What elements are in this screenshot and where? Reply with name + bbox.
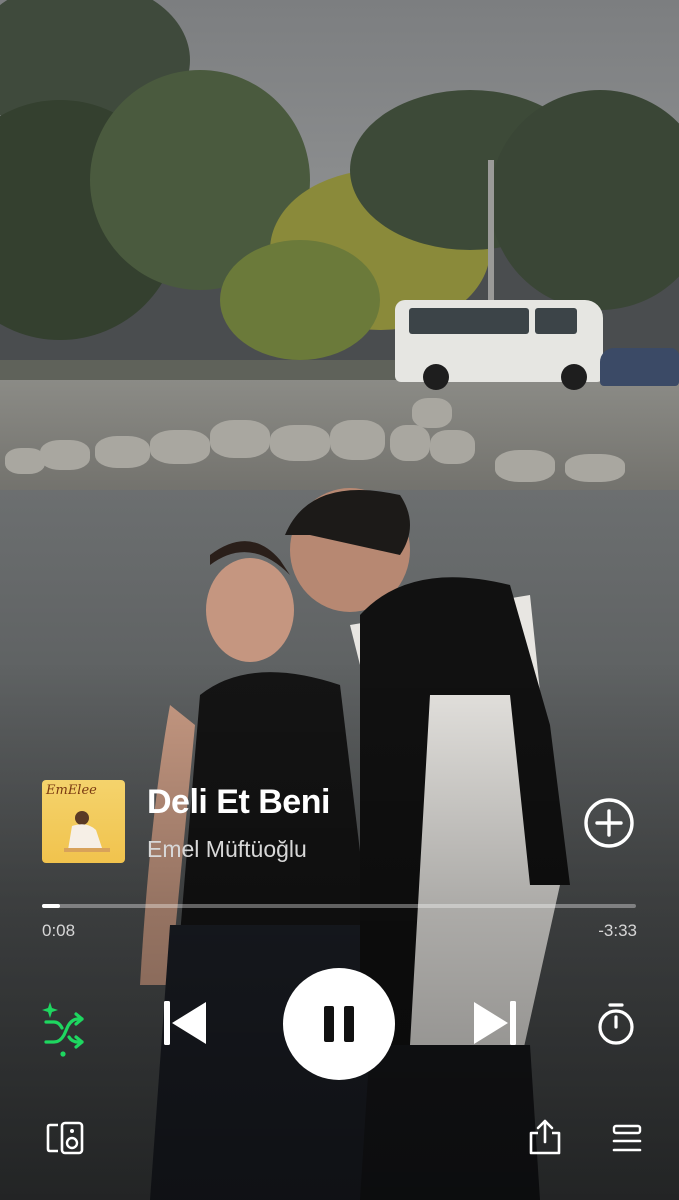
progress-fill <box>42 904 60 908</box>
album-art[interactable]: EmElee <box>42 780 125 863</box>
time-remaining: -3:33 <box>598 921 637 940</box>
skip-next-icon[interactable] <box>470 998 520 1048</box>
timer-icon[interactable] <box>596 1002 636 1046</box>
artist-name[interactable]: Emel Müftüoğlu <box>147 836 307 863</box>
time-elapsed: 0:08 <box>42 921 76 940</box>
connect-devices-icon[interactable] <box>46 1121 84 1155</box>
smart-shuffle-icon[interactable] <box>40 1000 86 1058</box>
track-title[interactable]: Deli Et Beni <box>147 783 330 822</box>
pause-button[interactable] <box>283 968 395 1080</box>
share-icon[interactable] <box>527 1118 563 1156</box>
plus-circle-icon[interactable] <box>583 797 635 849</box>
skip-previous-icon[interactable] <box>160 998 210 1048</box>
album-art-title: EmElee <box>46 783 97 798</box>
album-art-figure <box>64 811 110 852</box>
pause-icon <box>324 1006 354 1042</box>
queue-icon[interactable] <box>611 1124 643 1154</box>
progress-bar[interactable] <box>42 904 636 908</box>
